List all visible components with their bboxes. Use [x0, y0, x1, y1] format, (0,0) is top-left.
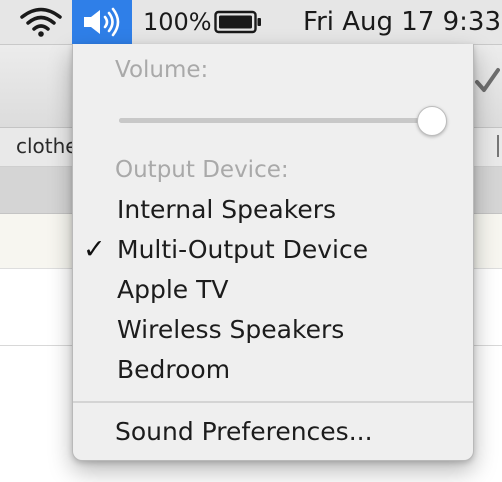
volume-slider-track[interactable] [119, 118, 429, 123]
tab-divider [497, 135, 499, 157]
selected-checkmark: ✓ [83, 234, 106, 265]
menu-item-wireless-speakers[interactable]: Wireless Speakers [117, 312, 344, 348]
menu-item-label: Bedroom [117, 355, 231, 384]
menu-item-bedroom[interactable]: Bedroom [117, 352, 230, 388]
menu-bar: 100% Fri Aug 17 9:33 [0, 0, 502, 45]
sound-preferences-item[interactable]: Sound Preferences... [115, 414, 373, 450]
battery-full-icon[interactable] [214, 10, 262, 34]
menu-item-apple-tv[interactable]: Apple TV [117, 272, 229, 308]
speaker-volume-icon [84, 7, 120, 37]
clock-datetime[interactable]: Fri Aug 17 9:33 [303, 6, 501, 38]
battery-percentage[interactable]: 100% [143, 6, 212, 38]
wifi-icon[interactable] [18, 6, 64, 38]
menu-item-label: Multi-Output Device [117, 235, 369, 264]
volume-menu-extra[interactable] [72, 0, 132, 44]
volume-dropdown-menu: Volume: Output Device: ✓ Internal Speake… [72, 44, 474, 461]
menu-separator [73, 401, 473, 403]
menu-item-label: Apple TV [117, 275, 229, 304]
screen: clothe 100% Fri Aug 17 9:33 Volume: Outp… [0, 0, 502, 482]
background-window-tab-label[interactable]: clothe [16, 133, 78, 159]
menu-item-internal-speakers[interactable]: ✓ Internal Speakers [117, 192, 336, 228]
menu-item-label: Wireless Speakers [117, 315, 345, 344]
volume-header: Volume: [115, 57, 209, 83]
volume-slider-fill [119, 118, 429, 123]
checkmark-icon [475, 68, 500, 92]
menu-item-multi-output-device[interactable]: ✓ Multi-Output Device [83, 232, 369, 268]
menu-item-label: Internal Speakers [117, 195, 337, 224]
output-device-header: Output Device: [115, 157, 289, 183]
volume-slider-knob[interactable] [417, 106, 447, 136]
